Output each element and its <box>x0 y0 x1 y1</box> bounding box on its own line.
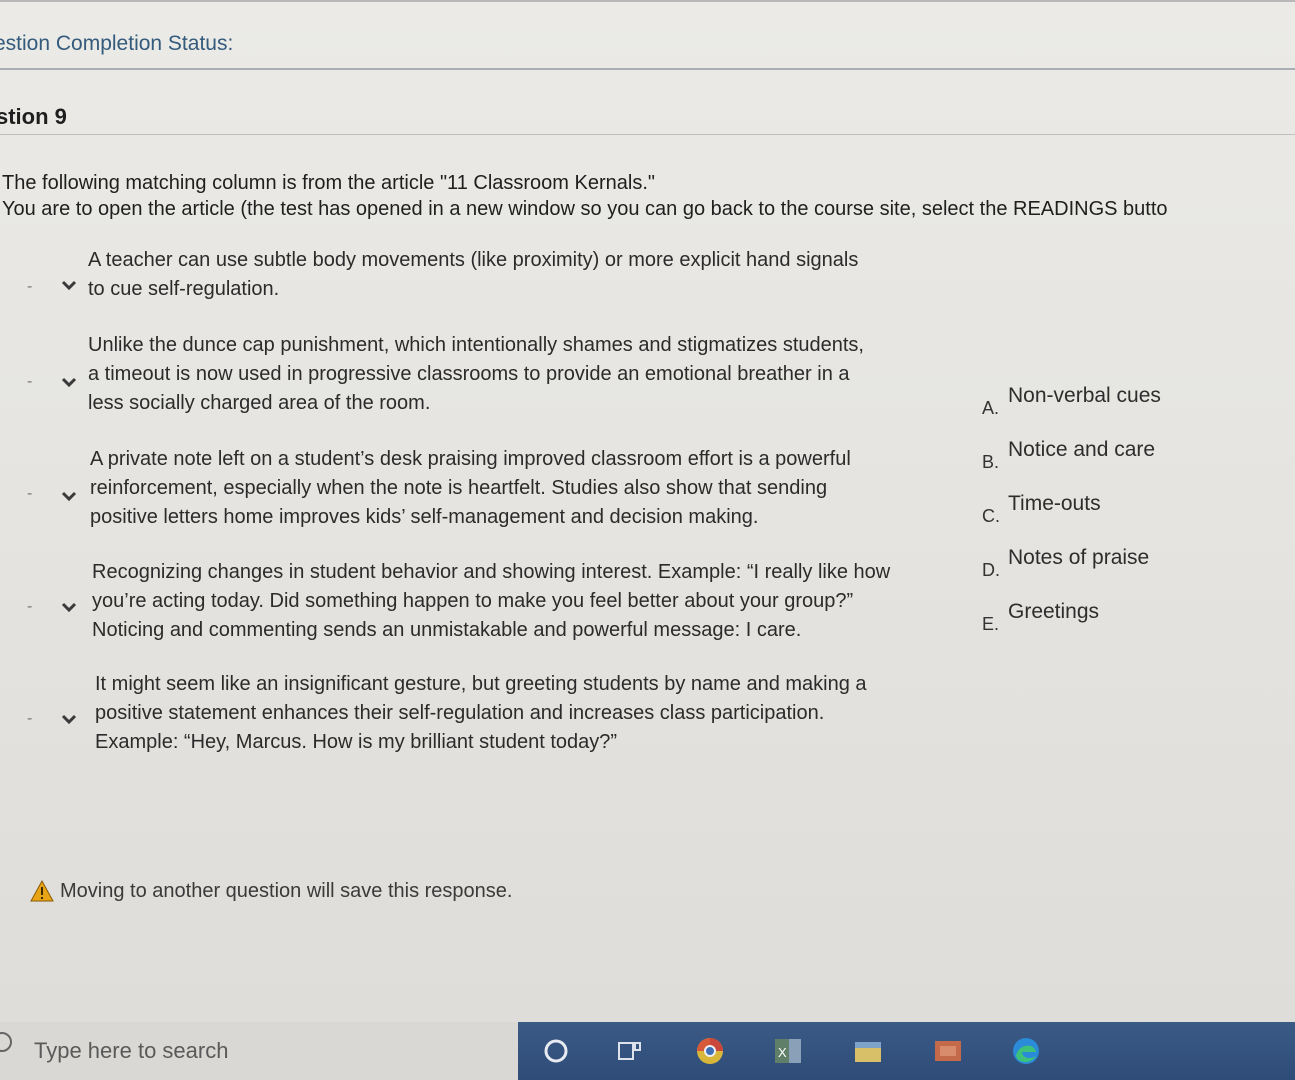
match-prompt-3: - A private note left on a student’s des… <box>0 445 980 535</box>
file-explorer-icon[interactable] <box>852 1036 884 1066</box>
task-view-icon[interactable] <box>614 1036 646 1066</box>
answer-letter-c: C. <box>982 506 1000 526</box>
selected-answer-2: - <box>27 373 33 390</box>
match-prompt-5: - It might seem like an insignificant ge… <box>0 670 980 760</box>
svg-text:X: X <box>778 1045 787 1060</box>
question-header: stion 9 <box>0 96 1295 135</box>
chrome-icon[interactable] <box>694 1036 726 1066</box>
selected-answer-1: - <box>27 278 33 295</box>
instructions-line-2: You are to open the article (the test ha… <box>2 198 1168 220</box>
answer-letter-a: A. <box>982 398 1000 418</box>
prompt-text-5: It might seem like an insignificant gest… <box>95 673 867 753</box>
warning-text: Moving to another question will save thi… <box>60 880 513 902</box>
quiz-page: estion Completion Status: stion 9 The fo… <box>0 0 1295 1080</box>
edge-icon[interactable] <box>1010 1036 1042 1066</box>
answer-text-d: Notes of praise <box>1008 546 1150 569</box>
chevron-down-icon[interactable] <box>60 278 78 292</box>
match-prompt-2: - Unlike the dunce cap punishment, which… <box>0 331 980 421</box>
search-icon <box>0 1032 12 1052</box>
chevron-down-icon[interactable] <box>60 600 78 614</box>
instructions-line-1: The following matching column is from th… <box>2 172 655 194</box>
answer-option-d: D. Notes of praise <box>982 546 1282 586</box>
answer-option-e: E. Greetings <box>982 600 1282 640</box>
selected-answer-5: - <box>27 710 33 727</box>
prompt-text-4: Recognizing changes in student behavior … <box>92 561 891 641</box>
prompt-text-2: Unlike the dunce cap punishment, which i… <box>88 334 864 414</box>
prompt-text-1: A teacher can use subtle body movements … <box>88 249 859 300</box>
taskbar-search-box[interactable]: Type here to search <box>0 1022 518 1080</box>
match-prompt-1: - A teacher can use subtle body movement… <box>0 246 980 306</box>
selected-answer-4: - <box>27 598 33 615</box>
answer-text-c: Time-outs <box>1008 492 1101 515</box>
chevron-down-icon[interactable] <box>60 712 78 726</box>
chevron-down-icon[interactable] <box>60 375 78 389</box>
selected-answer-3: - <box>27 485 33 502</box>
answer-option-b: B. Notice and care <box>982 438 1282 478</box>
excel-icon[interactable]: X <box>772 1036 804 1066</box>
answer-option-a: A. Non-verbal cues <box>982 384 1282 424</box>
answer-letter-e: E. <box>982 614 1000 634</box>
answer-text-b: Notice and care <box>1008 438 1156 461</box>
cortana-icon[interactable] <box>540 1036 572 1066</box>
answer-text-a: Non-verbal cues <box>1008 384 1161 407</box>
answer-letter-d: D. <box>982 560 1000 580</box>
windows-taskbar: X <box>518 1022 1295 1080</box>
answer-letter-b: B. <box>982 452 1000 472</box>
prompt-text-3: A private note left on a student’s desk … <box>90 448 851 528</box>
search-placeholder: Type here to search <box>34 1038 229 1063</box>
question-instructions: The following matching column is from th… <box>2 170 1295 222</box>
completion-status-label: estion Completion Status: <box>0 32 234 55</box>
warning-icon <box>30 880 54 902</box>
app-icon[interactable] <box>932 1036 964 1066</box>
chevron-down-icon[interactable] <box>60 489 78 503</box>
answer-text-e: Greetings <box>1008 600 1100 623</box>
match-prompt-4: - Recognizing changes in student behavio… <box>0 558 980 648</box>
question-title: stion 9 <box>0 104 67 129</box>
answer-option-c: C. Time-outs <box>982 492 1282 532</box>
completion-status-bar: estion Completion Status: <box>0 0 1295 70</box>
